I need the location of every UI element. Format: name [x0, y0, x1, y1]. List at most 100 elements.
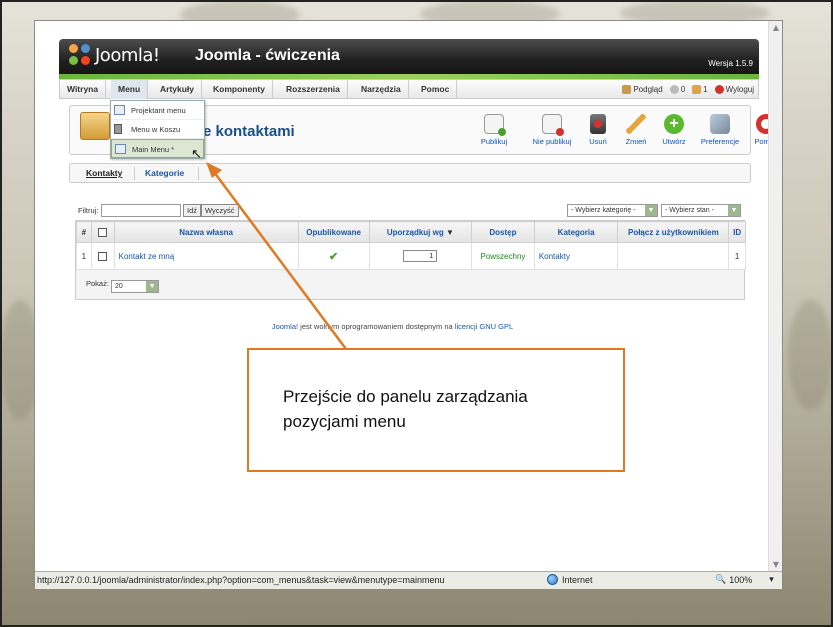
- column-header-number: #: [76, 221, 92, 243]
- zoom-control[interactable]: 🔍 100% ▾: [715, 574, 774, 585]
- column-header-category[interactable]: Kategoria: [533, 221, 619, 243]
- dropdown-item-projektant-menu[interactable]: Projektant menu: [111, 101, 204, 120]
- security-zone[interactable]: Internet: [547, 574, 593, 585]
- status-url: http://127.0.0.1/joomla/administrator/in…: [37, 575, 445, 585]
- menubar-status: Podgląd 0 1 Wyloguj: [622, 80, 754, 99]
- dropdown-item-menu-w-koszu[interactable]: Menu w Koszu: [111, 120, 204, 139]
- menu-artykuly[interactable]: Artykuły: [153, 80, 203, 99]
- menu-icon: [115, 144, 126, 154]
- column-header-id[interactable]: ID: [728, 221, 746, 243]
- filter-input[interactable]: [101, 204, 181, 217]
- license-link[interactable]: licencji GNU GPL: [455, 322, 513, 331]
- preview-link[interactable]: Podgląd: [622, 85, 663, 95]
- annotation-callout: Przejście do panelu zarządzania pozycjam…: [247, 348, 625, 472]
- state-select[interactable]: - Wybierz stan - ▼: [661, 204, 741, 217]
- chevron-down-icon: ▾: [769, 574, 774, 584]
- callout-line-2: pozycjami menu: [283, 412, 406, 431]
- pencil-icon: [626, 114, 646, 134]
- unpublish-button[interactable]: Nie publikuj: [528, 114, 576, 146]
- joomla-link[interactable]: Joomla!: [272, 322, 298, 331]
- row-order-cell: 1: [368, 242, 473, 270]
- limit-select[interactable]: 20 ▼: [111, 280, 160, 293]
- scroll-down-icon[interactable]: ▼: [769, 558, 783, 572]
- joomla-header: Joomla! Joomla - ćwiczenia Wersja 1.5.9: [59, 39, 759, 79]
- joomla-logo-text: Joomla!: [95, 44, 160, 66]
- trash-icon: [590, 114, 606, 134]
- browser-statusbar: http://127.0.0.1/joomla/administrator/in…: [35, 571, 782, 589]
- new-button[interactable]: + Utwórz: [650, 114, 698, 146]
- mouse-cursor-icon: ↖: [191, 147, 202, 162]
- contacts-page-icon: [80, 112, 110, 140]
- order-input[interactable]: 1: [403, 250, 438, 262]
- browser-window: Joomla! Joomla - ćwiczenia Wersja 1.5.9 …: [34, 20, 783, 590]
- users-counter[interactable]: 1: [692, 85, 708, 95]
- version-label: Wersja 1.5.9: [708, 59, 753, 68]
- subnav-divider: [198, 167, 199, 180]
- save-order-icon[interactable]: ▼: [446, 228, 454, 237]
- preview-icon: [622, 85, 632, 95]
- preferences-icon: [710, 114, 730, 134]
- category-select[interactable]: - Wybierz kategorię - ▼: [567, 204, 658, 217]
- callout-line-1: Przejście do panelu zarządzania: [283, 387, 528, 406]
- show-label: Pokaż:: [86, 279, 109, 288]
- chevron-down-icon: ▼: [146, 281, 159, 292]
- messages-counter[interactable]: 0: [669, 85, 685, 95]
- row-access-link[interactable]: Powszechny: [471, 242, 535, 270]
- joomla-logo-icon: [69, 44, 91, 66]
- select-all-checkbox[interactable]: [98, 227, 108, 237]
- column-header-linked-user[interactable]: Połącz z użytkownikiem: [617, 221, 730, 243]
- row-name-link[interactable]: Kontakt ze mną: [113, 242, 299, 270]
- filter-reset-button[interactable]: Wyczyść: [201, 204, 239, 217]
- zoom-icon: 🔍: [715, 574, 727, 584]
- main-menubar: Witryna Menu Artykuły Komponenty Rozszer…: [59, 79, 759, 99]
- logout-icon: [714, 85, 724, 95]
- menu-komponenty[interactable]: Komponenty: [206, 80, 273, 99]
- site-title: Joomla - ćwiczenia: [195, 47, 340, 64]
- menu-witryna[interactable]: Witryna: [60, 80, 107, 99]
- row-number: 1: [76, 242, 92, 270]
- page-title: e kontaktami: [203, 123, 295, 140]
- column-header-published[interactable]: Opublikowane: [297, 221, 370, 243]
- menu-pomoc[interactable]: Pomoc: [414, 80, 458, 99]
- menu-narzedzia[interactable]: Narzędzia: [354, 80, 409, 99]
- filter-row: Filtruj: Idź Wyczyść - Wybierz kategorię…: [75, 203, 745, 221]
- page-footer: Joomla! jest wolnym oprogramowaniem dost…: [35, 322, 750, 331]
- users-icon: [692, 85, 702, 95]
- chevron-down-icon: ▼: [728, 205, 740, 216]
- trash-icon: [114, 124, 122, 134]
- tab-kategorie[interactable]: Kategorie: [145, 168, 184, 178]
- menu-manager-icon: [114, 105, 125, 115]
- column-header-checkbox: [90, 221, 115, 243]
- row-id: 1: [728, 242, 746, 270]
- row-published-toggle[interactable]: ✔: [297, 242, 370, 270]
- joomla-logo[interactable]: Joomla!: [69, 44, 160, 66]
- tab-kontakty[interactable]: Kontakty: [86, 168, 122, 178]
- plus-icon: +: [664, 114, 684, 134]
- globe-icon: [547, 574, 558, 585]
- table-row: 1 Kontakt ze mną ✔ 1 Powszechny Kontakty…: [76, 242, 746, 270]
- column-header-name[interactable]: Nazwa własna: [113, 221, 299, 243]
- contacts-table-box: # Nazwa własna Opublikowane Uporządkuj w…: [75, 220, 746, 300]
- column-header-order[interactable]: Uporządkuj wg ▼: [368, 221, 473, 243]
- scroll-up-icon[interactable]: ▲: [769, 21, 783, 35]
- vertical-scrollbar[interactable]: ▲ ▼: [768, 21, 782, 572]
- publish-button[interactable]: Publikuj: [470, 114, 518, 146]
- row-linked-user: [617, 242, 730, 270]
- menu-rozszerzenia[interactable]: Rozszerzenia: [279, 80, 348, 99]
- published-check-icon: ✔: [329, 250, 339, 263]
- filter-go-button[interactable]: Idź: [183, 204, 202, 217]
- row-checkbox[interactable]: [98, 251, 108, 261]
- publish-icon: [484, 114, 506, 136]
- preferences-button[interactable]: Preferencje: [696, 114, 744, 146]
- menu-menu[interactable]: Menu: [111, 80, 149, 99]
- messages-icon: [669, 85, 679, 95]
- background-tree: [788, 300, 833, 410]
- unpublish-icon: [542, 114, 564, 136]
- footer-text: jest wolnym oprogramowaniem dostępnym na: [298, 322, 455, 331]
- column-header-access[interactable]: Dostęp: [471, 221, 535, 243]
- logout-link[interactable]: Wyloguj: [714, 85, 754, 95]
- subnav-divider: [134, 167, 135, 180]
- subnav: Kontakty Kategorie: [69, 163, 751, 183]
- filter-label: Filtruj:: [78, 206, 99, 215]
- row-category-link[interactable]: Kontakty: [533, 242, 619, 270]
